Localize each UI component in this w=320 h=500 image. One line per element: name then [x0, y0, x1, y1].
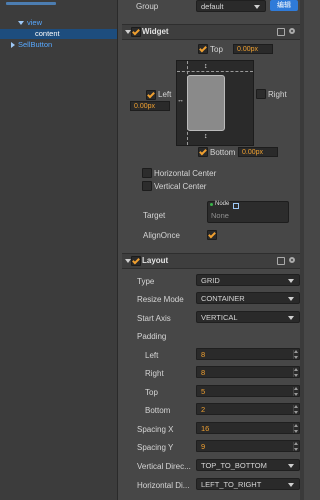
tree-item-sellbutton[interactable]: SellButton [11, 40, 52, 50]
start-axis-label: Start Axis [137, 314, 171, 323]
top-label: Top [210, 45, 223, 54]
tree-item-view[interactable]: view [18, 18, 42, 28]
gear-icon[interactable] [289, 28, 295, 34]
vertical-center-checkbox[interactable] [142, 181, 152, 191]
padding-top-input[interactable]: 5 [196, 385, 300, 397]
horizontal-direction-select[interactable]: LEFT_TO_RIGHT [196, 478, 300, 490]
section-title: Layout [142, 256, 169, 265]
stepper-icon[interactable] [293, 424, 298, 433]
left-offset-input[interactable]: 0.00px [130, 101, 170, 111]
stepper-icon[interactable] [293, 387, 298, 396]
help-book-icon[interactable] [277, 28, 285, 36]
spacing-y-label: Spacing Y [137, 443, 174, 452]
target-value: None [211, 211, 229, 220]
padding-bottom-input[interactable]: 2 [196, 403, 300, 415]
stepper-icon[interactable] [293, 350, 298, 359]
padding-left-input[interactable]: 8 [196, 348, 300, 360]
left-align-checkbox[interactable] [146, 90, 156, 100]
right-label: Right [268, 90, 287, 99]
chevron-right-icon[interactable] [11, 42, 15, 49]
stepper-icon[interactable] [293, 442, 298, 451]
horizontal-direction-label: Horizontal Di... [137, 481, 190, 490]
padding-left-label: Left [145, 351, 159, 360]
node-preview-box [187, 75, 225, 131]
tree-item-label: content [35, 29, 60, 38]
padding-bottom-label: Bottom [145, 406, 171, 415]
gear-icon[interactable] [289, 257, 295, 263]
padding-top-label: Top [145, 388, 158, 397]
inspector-scrollbar[interactable] [300, 0, 304, 500]
edit-group-button[interactable]: 编辑 [270, 0, 298, 11]
vertical-center-label: Vertical Center [154, 182, 207, 191]
layout-section-header[interactable]: Layout [122, 253, 300, 269]
resize-mode-select[interactable]: CONTAINER [196, 292, 300, 304]
top-node-label[interactable] [2, 0, 62, 7]
bottom-align-checkbox[interactable] [198, 147, 208, 157]
padding-right-value: 8 [201, 368, 206, 377]
spacing-y-input[interactable]: 9 [196, 440, 300, 452]
target-label: Target [143, 211, 166, 220]
stepper-icon[interactable] [293, 405, 298, 414]
padding-right-label: Right [145, 369, 164, 378]
widget-section-header[interactable]: Widget [122, 24, 300, 40]
group-label: Group [136, 2, 159, 11]
section-title: Widget [142, 27, 169, 36]
chevron-down-icon[interactable] [18, 21, 24, 26]
spacing-y-value: 9 [201, 442, 206, 451]
target-field[interactable]: Node None [207, 201, 289, 223]
bottom-label: Bottom [210, 148, 236, 157]
stepper-icon[interactable] [293, 368, 298, 377]
padding-bottom-value: 2 [201, 405, 206, 414]
resize-mode-label: Resize Mode [137, 295, 184, 304]
alignonce-label: AlignOnce [143, 231, 180, 240]
padding-label: Padding [137, 332, 167, 341]
type-label: Type [137, 277, 155, 286]
target-type-tag: Node [215, 201, 230, 207]
external-link-icon[interactable] [233, 203, 239, 209]
top-offset-input[interactable]: 0.00px [233, 44, 273, 54]
padding-left-value: 8 [201, 350, 206, 359]
tree-item-content[interactable]: content [0, 29, 117, 39]
spacing-x-value: 16 [201, 424, 210, 433]
spacing-x-label: Spacing X [137, 425, 174, 434]
bottom-offset-input[interactable]: 0.00px [238, 147, 278, 157]
padding-top-value: 5 [201, 387, 206, 396]
spacing-x-input[interactable]: 16 [196, 422, 300, 434]
horizontal-center-label: Horizontal Center [154, 169, 217, 178]
alignment-diagram: ↕ ↕ ↔ [176, 60, 254, 146]
type-select[interactable]: GRID [196, 274, 300, 286]
widget-enabled-checkbox[interactable] [131, 27, 141, 37]
help-book-icon[interactable] [277, 257, 285, 265]
padding-right-input[interactable]: 8 [196, 366, 300, 378]
tree-item-label: SellButton [18, 40, 53, 49]
left-label: Left [158, 90, 172, 99]
hierarchy-panel: view content SellButton [0, 0, 118, 500]
top-align-checkbox[interactable] [198, 44, 208, 54]
vertical-direction-select[interactable]: TOP_TO_BOTTOM [196, 459, 300, 471]
node-type-icon [210, 203, 213, 206]
group-select[interactable]: default [196, 0, 266, 12]
tree-item-label: view [27, 18, 43, 27]
horizontal-center-checkbox[interactable] [142, 168, 152, 178]
layout-enabled-checkbox[interactable] [131, 256, 141, 266]
right-align-checkbox[interactable] [256, 89, 266, 99]
alignonce-checkbox[interactable] [207, 230, 217, 240]
start-axis-select[interactable]: VERTICAL [196, 311, 300, 323]
vertical-direction-label: Vertical Direc... [137, 462, 191, 471]
